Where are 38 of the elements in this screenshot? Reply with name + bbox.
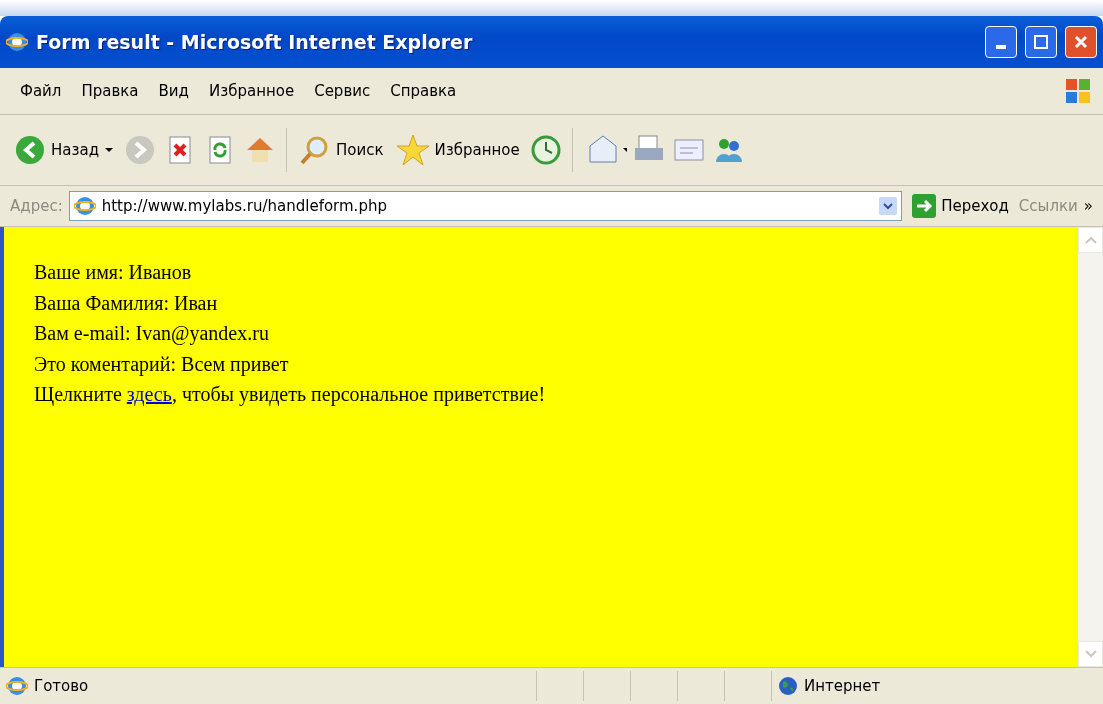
greeting-sentence: Щелкните здесь, чтобы увидеть персональное приветствие!: [34, 382, 547, 408]
here-link[interactable]: здесь: [126, 383, 172, 405]
ie-logo-icon: [6, 675, 28, 697]
scrollbar[interactable]: [1077, 227, 1103, 667]
address-label: Адрес:: [10, 197, 63, 215]
menu-item[interactable]: Файл: [10, 82, 72, 100]
scroll-down-icon[interactable]: [1084, 650, 1097, 658]
result-line: Ваша Фамилия: Иван: [34, 290, 219, 316]
close-icon: [1073, 34, 1089, 50]
windows-flag-icon: [1063, 76, 1093, 106]
result-line: Вам e-mail: Ivan@yandex.ru: [34, 321, 270, 347]
result-line: Это коментарий: Всем привет: [34, 351, 290, 378]
maximize-icon: [1033, 34, 1049, 50]
ie-logo-icon: [6, 31, 28, 53]
more-chevron[interactable]: »: [1083, 197, 1093, 215]
minimize-button[interactable]: [985, 26, 1017, 58]
zone-text: Интернет: [804, 677, 881, 695]
maximize-button[interactable]: [1025, 26, 1057, 58]
caret-icon: [104, 146, 114, 154]
search-button[interactable]: Поиск: [295, 132, 388, 168]
menu-item[interactable]: Справка: [380, 82, 467, 100]
status-text: Готово: [34, 677, 89, 695]
menu-item[interactable]: Вид: [148, 82, 199, 100]
window-title: Form result - Microsoft Internet Explorer: [36, 31, 474, 53]
favorites-button[interactable]: Избранное: [391, 131, 524, 169]
globe-icon: [778, 676, 798, 696]
address-field[interactable]: http://www.mylabs.ru/handleform.php: [68, 191, 903, 221]
result-line: Ваше имя: Иванов: [34, 260, 193, 285]
menu-item[interactable]: Правка: [71, 82, 149, 100]
menu-item[interactable]: Сервис: [304, 82, 381, 100]
ie-logo-icon: [73, 195, 96, 217]
menu-item[interactable]: Избранное: [198, 82, 305, 100]
go-button[interactable]: Переход: [908, 192, 1013, 220]
star-icon: [395, 133, 430, 167]
scroll-up-icon[interactable]: [1084, 236, 1097, 244]
close-button[interactable]: [1065, 26, 1097, 58]
minimize-icon: [996, 45, 1006, 49]
back-button[interactable]: Назад: [10, 132, 118, 168]
